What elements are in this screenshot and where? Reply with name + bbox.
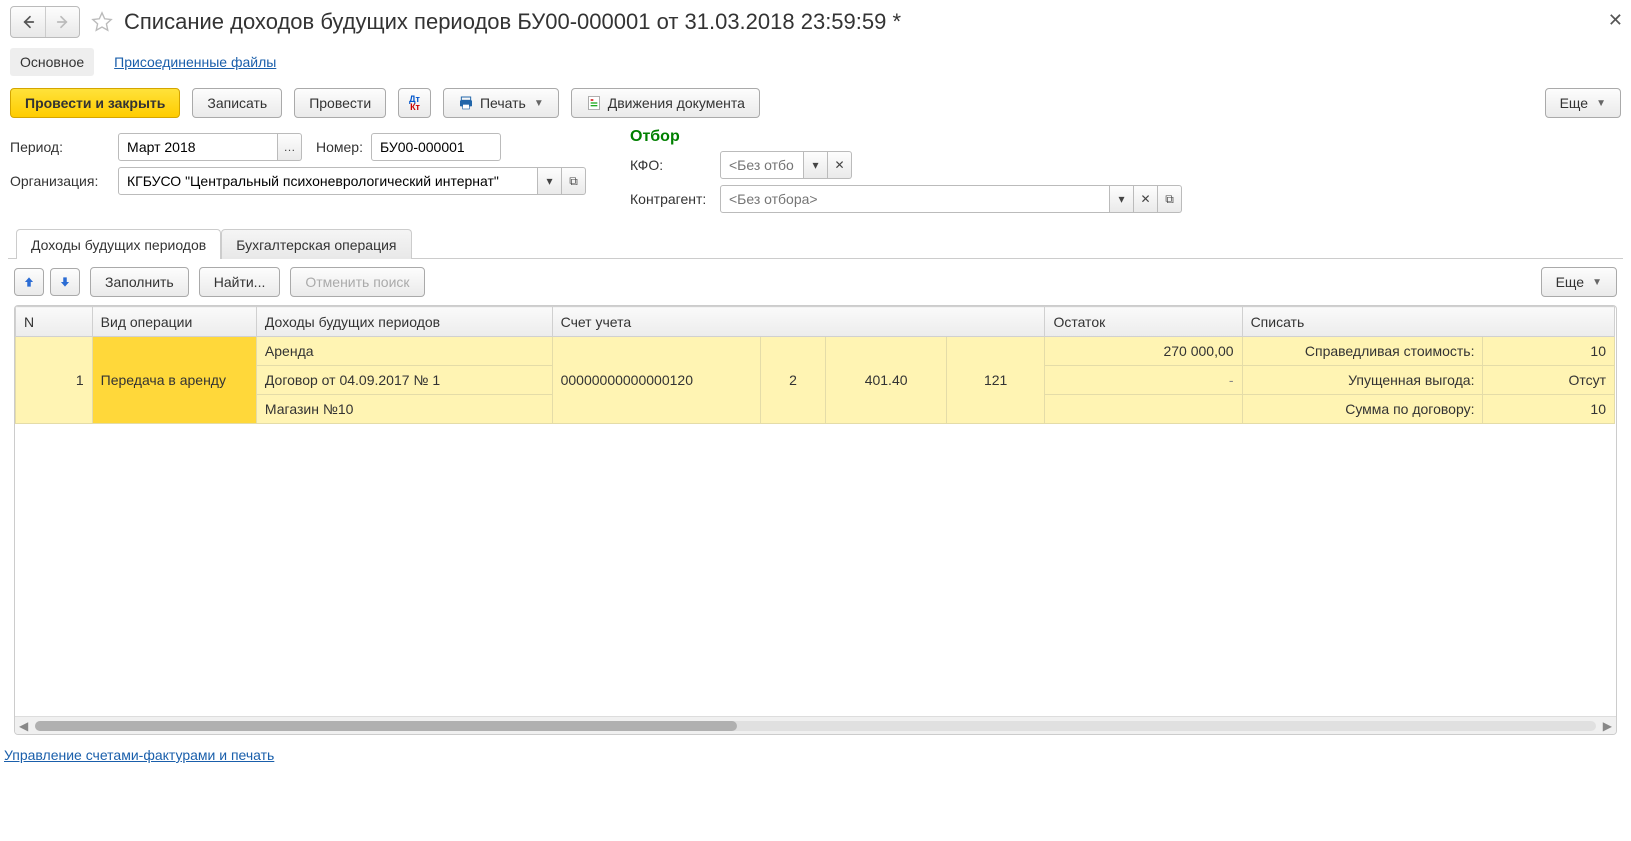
contractor-label: Контрагент:	[630, 191, 712, 207]
cell-income-3: Магазин №10	[256, 395, 552, 424]
chevron-down-icon: ▼	[1596, 98, 1606, 109]
cell-income-1: Аренда	[256, 337, 552, 366]
cancel-find-button[interactable]: Отменить поиск	[290, 267, 424, 297]
kfo-label: КФО:	[630, 157, 712, 173]
arrow-down-icon	[58, 275, 72, 289]
find-button[interactable]: Найти...	[199, 267, 281, 297]
print-label: Печать	[480, 95, 526, 111]
cell-balance3	[1045, 395, 1242, 424]
col-balance[interactable]: Остаток	[1045, 307, 1242, 337]
col-n[interactable]: N	[16, 307, 93, 337]
cell-wo-lbl3: Сумма по договору:	[1242, 395, 1483, 424]
scroll-left-icon[interactable]: ◀	[19, 719, 28, 733]
col-account[interactable]: Счет учета	[552, 307, 1045, 337]
arrow-up-icon	[22, 275, 36, 289]
post-and-close-button[interactable]: Провести и закрыть	[10, 88, 180, 118]
more-label: Еще	[1556, 274, 1585, 290]
kfo-clear-button[interactable]: ✕	[828, 151, 852, 179]
kfo-dropdown-button[interactable]: ▾	[804, 151, 828, 179]
print-button[interactable]: Печать ▼	[443, 88, 559, 118]
post-button[interactable]: Провести	[294, 88, 386, 118]
cell-acc2: 2	[760, 337, 826, 424]
page-title: Списание доходов будущих периодов БУ00-0…	[124, 9, 901, 35]
filter-header: Отбор	[630, 128, 1190, 146]
grid-more-button[interactable]: Еще ▼	[1541, 267, 1617, 297]
report-icon	[586, 95, 602, 111]
period-label: Период:	[10, 139, 110, 155]
cell-income-2: Договор от 04.09.2017 № 1	[256, 366, 552, 395]
open-icon: ⧉	[569, 174, 578, 189]
back-button[interactable]	[11, 7, 45, 37]
number-input[interactable]	[371, 133, 501, 161]
cell-balance2: -	[1045, 366, 1242, 395]
cell-acc4: 121	[946, 337, 1045, 424]
contractor-open-button[interactable]: ⧉	[1158, 185, 1182, 213]
open-icon: ⧉	[1165, 192, 1174, 207]
move-down-button[interactable]	[50, 268, 80, 296]
tab-accounting-op[interactable]: Бухгалтерская операция	[221, 229, 411, 259]
fill-button[interactable]: Заполнить	[90, 267, 189, 297]
movements-button[interactable]: Движения документа	[571, 88, 760, 118]
contractor-input[interactable]	[720, 185, 1110, 213]
cell-wo-v3: 10	[1483, 395, 1615, 424]
cell-balance1: 270 000,00	[1045, 337, 1242, 366]
favorite-star-icon[interactable]	[88, 8, 116, 36]
move-up-button[interactable]	[14, 268, 44, 296]
invoice-management-link[interactable]: Управление счетами-фактурами и печать	[0, 741, 1631, 763]
chevron-down-icon: ▼	[534, 98, 544, 109]
cell-wo-lbl2: Упущенная выгода:	[1242, 366, 1483, 395]
number-label: Номер:	[316, 139, 363, 155]
contractor-clear-button[interactable]: ✕	[1134, 185, 1158, 213]
more-button[interactable]: Еще ▼	[1545, 88, 1621, 118]
cell-wo-lbl1: Справедливая стоимость:	[1242, 337, 1483, 366]
cell-wo-v2: Отсут	[1483, 366, 1615, 395]
cell-acc3: 401.40	[826, 337, 946, 424]
forward-button[interactable]	[45, 7, 79, 37]
cell-wo-v1: 10	[1483, 337, 1615, 366]
navtab-main[interactable]: Основное	[10, 48, 94, 76]
save-button[interactable]: Записать	[192, 88, 282, 118]
col-income[interactable]: Доходы будущих периодов	[256, 307, 552, 337]
kfo-input[interactable]	[720, 151, 804, 179]
scroll-right-icon[interactable]: ▶	[1603, 719, 1612, 733]
chevron-down-icon: ▼	[1592, 277, 1602, 288]
movements-label: Движения документа	[608, 95, 745, 111]
period-select-button[interactable]: …	[278, 133, 302, 161]
contractor-dropdown-button[interactable]: ▾	[1110, 185, 1134, 213]
printer-icon	[458, 95, 474, 111]
more-label: Еще	[1560, 95, 1589, 111]
table-row[interactable]: 1 Передача в аренду Аренда 0000000000000…	[16, 337, 1615, 366]
period-input[interactable]	[118, 133, 278, 161]
cell-optype: Передача в аренду	[92, 337, 256, 424]
horizontal-scrollbar[interactable]: ◀ ▶	[15, 716, 1616, 734]
navtab-files[interactable]: Присоединенные файлы	[104, 48, 286, 76]
col-optype[interactable]: Вид операции	[92, 307, 256, 337]
org-dropdown-button[interactable]: ▾	[538, 167, 562, 195]
dtkt-button[interactable]: ДтКт	[398, 88, 431, 118]
org-input[interactable]	[118, 167, 538, 195]
cell-acc1: 00000000000000120	[552, 337, 760, 424]
col-writeoff[interactable]: Списать	[1242, 307, 1614, 337]
org-label: Организация:	[10, 173, 110, 189]
nav-history-group	[10, 6, 80, 38]
org-open-button[interactable]: ⧉	[562, 167, 586, 195]
close-icon[interactable]: ✕	[1608, 10, 1623, 31]
grid: N Вид операции Доходы будущих периодов С…	[14, 305, 1617, 735]
cell-n: 1	[16, 337, 93, 424]
dtkt-icon: ДтКт	[409, 95, 420, 111]
tab-income[interactable]: Доходы будущих периодов	[16, 229, 221, 259]
